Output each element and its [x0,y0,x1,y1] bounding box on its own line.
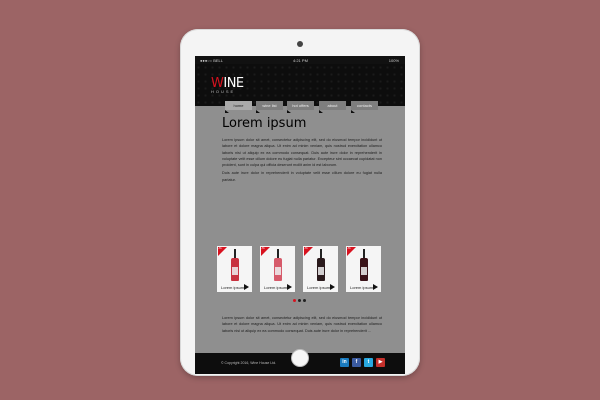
carousel-dot[interactable] [298,299,301,302]
product-card[interactable]: -% Lorem ipsum [346,246,381,292]
product-name: Lorem ipsum [221,285,245,290]
main-content: Lorem ipsum Lorem ipsum dolor sit amet, … [222,116,382,183]
nav-tab-wine-list[interactable]: wine list [256,101,283,113]
tablet-device: ●●●○○ BELL 4:21 PM 100% WINE HOUSE home … [180,29,420,376]
product-card[interactable]: -% Lorem ipsum [260,246,295,292]
home-button[interactable] [291,349,309,367]
facebook-icon[interactable]: f [352,358,361,367]
nav-tab-hot-offers[interactable]: hot offers [287,101,314,113]
product-name: Lorem ipsum [307,285,331,290]
wine-bottle-image [274,249,282,281]
sale-badge-text: -% [347,246,351,250]
product-name: Lorem ipsum [264,285,288,290]
product-card[interactable]: -% Lorem ipsum [217,246,252,292]
nav-tab-home[interactable]: home [225,101,252,113]
play-icon[interactable] [287,284,292,290]
product-card[interactable]: -% Lorem ipsum [303,246,338,292]
sale-badge-text: -% [261,246,265,250]
product-name: Lorem ipsum [350,285,374,290]
status-bar: ●●●○○ BELL 4:21 PM 100% [195,56,405,64]
nav-tab-about[interactable]: about [319,101,346,113]
play-icon[interactable] [330,284,335,290]
play-icon[interactable] [373,284,378,290]
front-camera [297,41,303,47]
page-title: Lorem ipsum [222,116,307,131]
play-icon[interactable] [244,284,249,290]
clock: 4:21 PM [293,58,308,63]
wine-bottle-image [317,249,325,281]
battery-level: 100% [388,58,399,63]
closing-paragraph: Lorem ipsum dolor sit amet, consectetur … [222,316,382,333]
wine-bottle-image [231,249,239,281]
carrier-signal: ●●●○○ BELL [200,58,223,63]
copyright-text: © Copyright 2016, Wine House Ltd. [221,361,277,365]
nav-tab-contacts[interactable]: contacts [351,101,378,113]
carousel-dot[interactable] [303,299,306,302]
product-card-footer: Lorem ipsum [346,283,381,292]
youtube-icon[interactable]: ▶ [376,358,385,367]
tablet-screen: ●●●○○ BELL 4:21 PM 100% WINE HOUSE home … [195,56,405,374]
wine-bottle-image [360,249,368,281]
product-carousel: -% Lorem ipsum -% Lorem ipsum -% Lorem i… [217,246,383,292]
site-logo[interactable]: WINE HOUSE [211,76,244,94]
sale-badge-text: -% [304,246,308,250]
product-card-footer: Lorem ipsum [303,283,338,292]
carousel-dot[interactable] [293,299,296,302]
linkedin-icon[interactable]: in [340,358,349,367]
sale-badge-text: -% [218,246,222,250]
product-card-footer: Lorem ipsum [260,283,295,292]
intro-paragraph: Lorem ipsum dolor sit amet, consectetur … [222,138,382,168]
site-header: WINE HOUSE home wine list hot offers abo… [195,64,405,113]
secondary-paragraph: Duis aute irure dolor in reprehenderit i… [222,171,382,182]
twitter-icon[interactable]: t [364,358,373,367]
product-card-footer: Lorem ipsum [217,283,252,292]
